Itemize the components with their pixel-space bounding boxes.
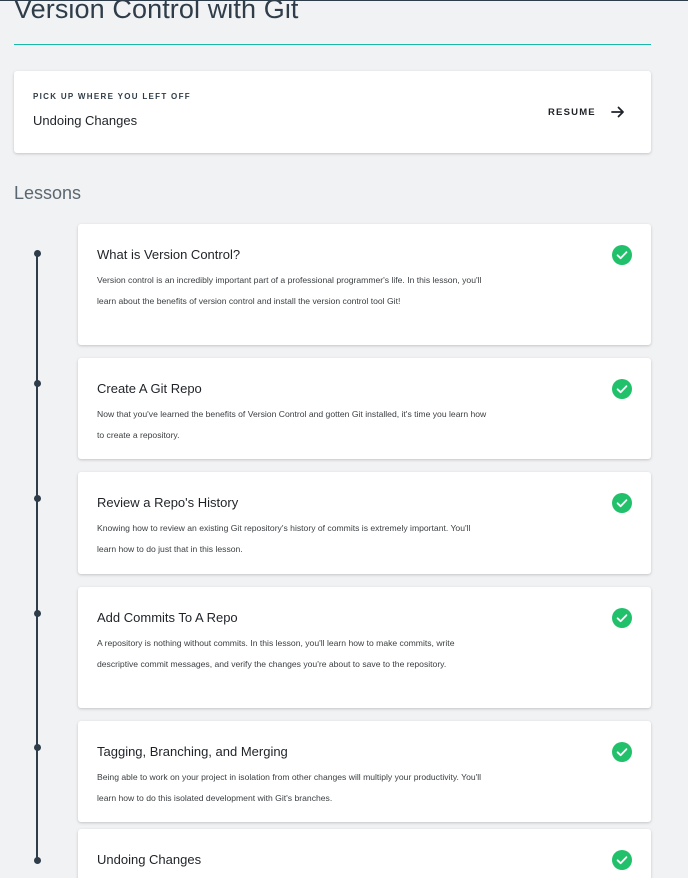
lesson-title: What is Version Control? xyxy=(97,247,241,262)
resume-button[interactable]: RESUME xyxy=(548,101,626,123)
timeline-line xyxy=(36,253,38,863)
lesson-card-create-a-git-repo[interactable]: Create A Git Repo Now that you've learne… xyxy=(78,358,651,459)
lesson-card-what-is-version-control[interactable]: What is Version Control? Version control… xyxy=(78,224,651,345)
lesson-description: Now that you've learned the benefits of … xyxy=(97,409,487,440)
arrow-right-icon xyxy=(610,106,624,118)
page-title: Version Control with Git xyxy=(14,0,299,24)
check-circle-icon xyxy=(612,608,632,628)
lesson-title: Review a Repo's History xyxy=(97,495,239,510)
check-circle-icon xyxy=(612,245,632,265)
lesson-title: Add Commits To A Repo xyxy=(97,610,238,625)
check-circle-icon xyxy=(612,493,632,513)
check-circle-icon xyxy=(612,379,632,399)
check-circle-icon xyxy=(612,850,632,870)
lesson-card-tagging-branching-merging[interactable]: Tagging, Branching, and Merging Being ab… xyxy=(78,721,651,822)
lesson-title: Create A Git Repo xyxy=(97,381,202,396)
timeline-dot xyxy=(33,380,41,387)
lesson-card-add-commits-to-a-repo[interactable]: Add Commits To A Repo A repository is no… xyxy=(78,587,651,708)
resume-button-label: RESUME xyxy=(548,106,596,118)
timeline-dot xyxy=(33,610,41,617)
lesson-title: Undoing Changes xyxy=(97,852,202,867)
timeline-dot xyxy=(33,250,41,257)
lesson-description: A repository is nothing without commits.… xyxy=(97,638,455,669)
lesson-title: Tagging, Branching, and Merging xyxy=(97,744,288,759)
timeline-dot xyxy=(33,495,41,502)
lesson-card-undoing-changes[interactable]: Undoing Changes xyxy=(78,829,651,878)
lesson-description: Knowing how to review an existing Git re… xyxy=(97,523,471,554)
lesson-card-review-a-repos-history[interactable]: Review a Repo's History Knowing how to r… xyxy=(78,472,651,574)
timeline-dot xyxy=(33,744,41,751)
resume-card: PICK UP WHERE YOU LEFT OFF Undoing Chang… xyxy=(14,71,651,153)
lesson-description: Version control is an incredibly importa… xyxy=(97,275,482,306)
check-circle-icon xyxy=(612,742,632,762)
title-divider xyxy=(14,44,651,45)
resume-lesson-title: Undoing Changes xyxy=(33,113,138,128)
lessons-heading: Lessons xyxy=(14,183,82,203)
resume-eyebrow: PICK UP WHERE YOU LEFT OFF xyxy=(33,92,191,101)
timeline-dot xyxy=(33,857,41,864)
lesson-description: Being able to work on your project in is… xyxy=(97,772,482,803)
